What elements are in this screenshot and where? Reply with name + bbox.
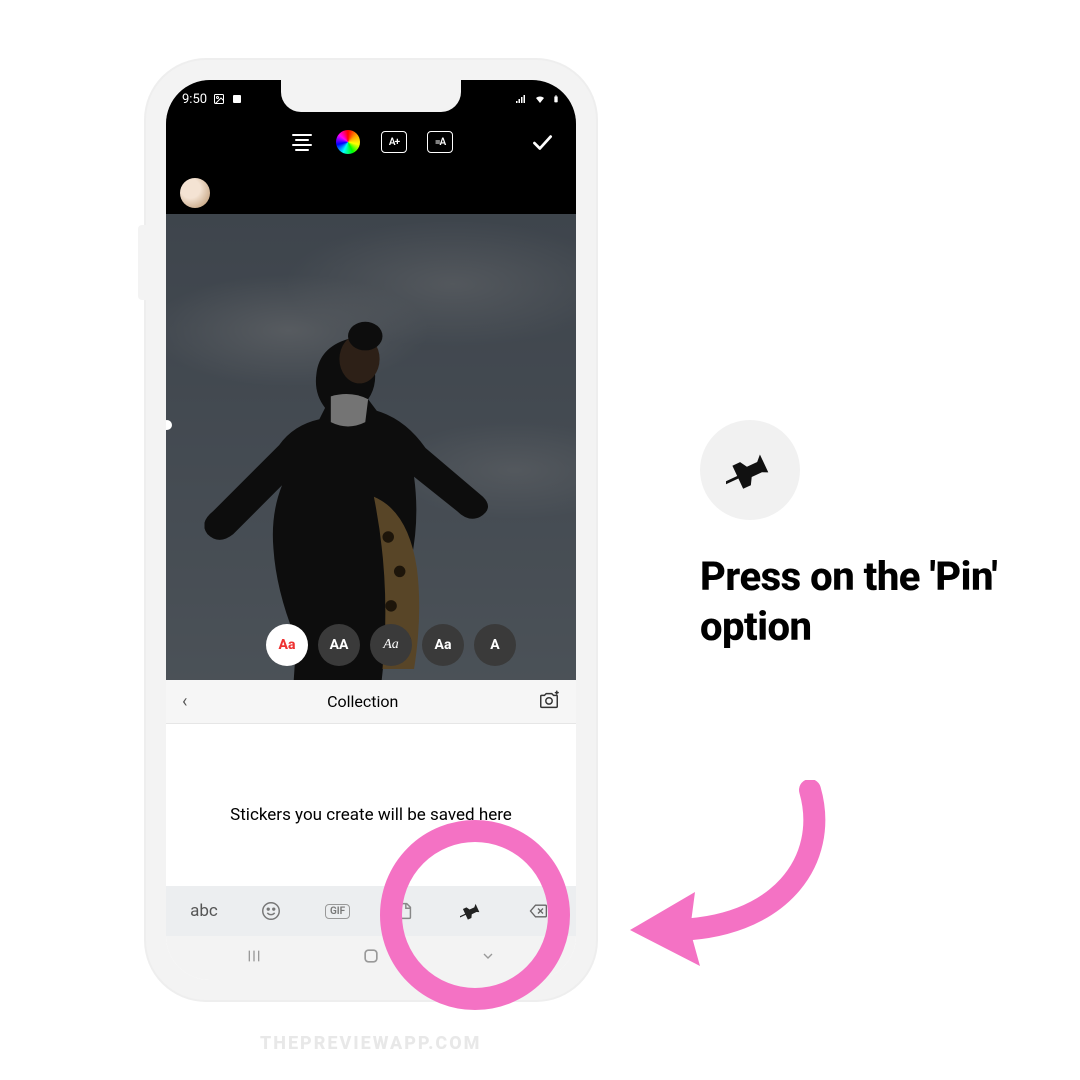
text-align-button[interactable] [288,128,316,156]
instruction-callout: Press on the 'Pin' option [700,420,1020,652]
sticker-icon [393,900,415,922]
font-chip-4[interactable]: A [474,624,516,666]
image-icon [213,93,225,105]
gif-key[interactable]: GIF [318,894,358,928]
wifi-icon [532,93,548,105]
collection-title: Collection [327,692,398,711]
text-style-button[interactable]: =A [426,128,454,156]
text-size-button[interactable]: A+ [380,128,408,156]
story-editor: 9:50 [166,80,576,680]
smile-icon [260,900,282,922]
font-chip-0[interactable]: Aa [266,624,308,666]
font-chip-3[interactable]: Aa [422,624,464,666]
android-nav-bar [166,936,576,980]
check-icon [529,129,555,155]
add-camera-button[interactable] [538,689,560,715]
instruction-text: Press on the 'Pin' option [700,552,1020,652]
collection-header: ‹ Collection [166,680,576,724]
color-picker-button[interactable] [334,128,362,156]
battery-icon [552,93,560,105]
camera-plus-icon [538,689,560,711]
backspace-key[interactable] [518,894,558,928]
text-editor-toolbar: A+ =A [166,120,576,164]
collection-empty-text: Stickers you create will be saved here [230,805,512,825]
phone-screen: 9:50 [166,80,576,980]
done-button[interactable] [528,128,556,156]
pin-icon [726,446,774,494]
back-button[interactable]: ‹ [182,691,187,712]
user-header: suwelly_soh [166,172,576,214]
abc-key[interactable]: abc [184,894,224,928]
username[interactable]: suwelly_soh [220,184,302,202]
story-photo [166,214,576,680]
collection-empty-state: Stickers you create will be saved here [166,724,576,886]
recent-icon [244,948,264,964]
chevron-down-icon [478,948,498,964]
notification-icon [231,93,243,105]
emoji-key[interactable] [251,894,291,928]
collection-panel: ‹ Collection Stickers you create will be… [166,680,576,980]
backspace-icon [526,901,550,921]
font-style-row: AaAAAaAaA [166,624,576,666]
recent-apps-button[interactable] [244,948,264,968]
font-chip-1[interactable]: AA [318,624,360,666]
home-icon [361,946,381,966]
phone-notch [281,80,461,112]
home-button[interactable] [361,946,381,970]
keyboard-toolbar: abc GIF [166,886,576,936]
signal-icon [514,93,528,105]
back-nav-button[interactable] [478,948,498,968]
watermark: THEPREVIEWAPP.COM [260,1033,481,1054]
sticker-key[interactable] [384,894,424,928]
font-chip-2[interactable]: Aa [370,624,412,666]
avatar[interactable] [180,178,210,208]
phone-mockup: 9:50 [146,60,596,1000]
status-time: 9:50 [182,92,207,107]
pointer-arrow [600,780,860,980]
pin-icon [460,900,482,922]
pin-callout-circle [700,420,800,520]
pin-key[interactable] [451,894,491,928]
